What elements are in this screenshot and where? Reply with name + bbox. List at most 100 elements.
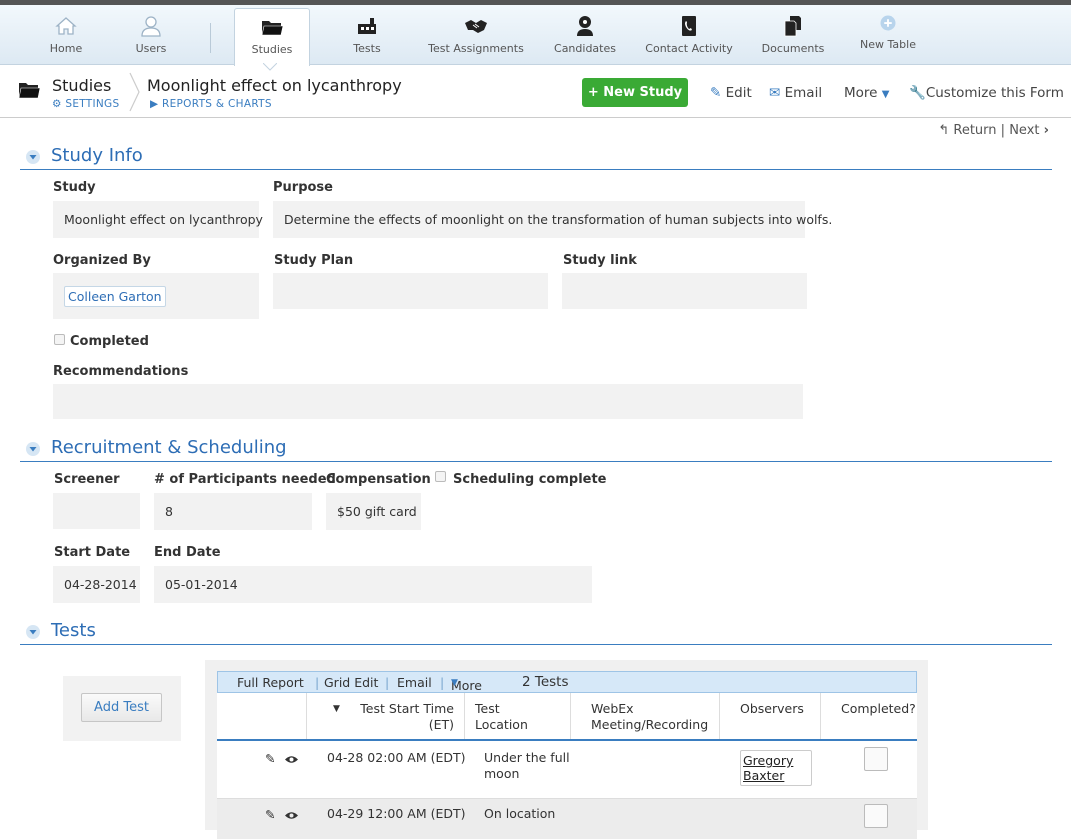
pencil-icon[interactable]: ✎ xyxy=(265,751,275,767)
purpose-field: Determine the effects of moonlight on th… xyxy=(273,201,832,238)
section-title[interactable]: Studies xyxy=(52,76,111,95)
nav-candidates-label: Candidates xyxy=(554,42,616,55)
settings-link[interactable]: ⚙ SETTINGS xyxy=(52,98,119,110)
record-title: Moonlight effect on lycanthropy xyxy=(147,76,402,95)
next-link[interactable]: Next xyxy=(1009,123,1039,138)
header-start-time[interactable]: ▼ Test Start Time (ET) xyxy=(307,693,465,739)
reports-label: REPORTS & CHARTS xyxy=(162,98,272,110)
grid-edit-link[interactable]: Grid Edit xyxy=(324,675,378,690)
nav-candidates[interactable]: Candidates xyxy=(552,5,618,65)
organized-by-user-link[interactable]: Colleen Garton xyxy=(64,285,166,307)
header-completed-label: Completed? xyxy=(841,701,916,716)
recommendations-field xyxy=(53,384,803,419)
folder-icon xyxy=(18,83,41,99)
gear-icon: ⚙ xyxy=(52,98,66,110)
header-observers[interactable]: Observers xyxy=(720,693,821,739)
completed-checkbox[interactable] xyxy=(54,334,65,345)
end-date-field: 05-01-2014 xyxy=(154,566,592,603)
organized-by-label: Organized By xyxy=(53,253,151,268)
completed-checkbox[interactable] xyxy=(864,747,888,771)
folder-icon xyxy=(261,21,284,36)
header-webex[interactable]: WebEx Meeting/Recording xyxy=(571,693,720,739)
reports-charts-link[interactable]: ▶ REPORTS & CHARTS xyxy=(150,98,272,110)
collapse-toggle-icon[interactable] xyxy=(26,625,40,639)
breadcrumb-chevron-icon xyxy=(129,72,140,112)
record-header: Studies ⚙ SETTINGS Moonlight effect on l… xyxy=(0,66,1071,118)
grid-toolbar: Full Report | Grid Edit | Email | More ▼… xyxy=(217,671,917,693)
return-next-separator: | xyxy=(1000,123,1006,138)
collapse-toggle-icon[interactable] xyxy=(26,150,40,164)
nav-studies[interactable]: Studies xyxy=(234,8,310,66)
plus-circle-icon xyxy=(880,15,896,31)
header-location-line1: Test xyxy=(475,701,500,716)
caret-right-icon: ▶ xyxy=(150,98,163,110)
nav-documents-label: Documents xyxy=(761,42,825,55)
study-plan-label: Study Plan xyxy=(274,253,354,268)
study-link-field xyxy=(562,273,807,309)
chevron-down-icon: ▼ xyxy=(451,678,458,688)
collapse-toggle-icon[interactable] xyxy=(26,442,40,456)
more-menu[interactable]: More ▼ xyxy=(844,85,889,101)
toolbar-separator: | xyxy=(440,675,445,690)
recruitment-section-header[interactable]: Recruitment & Scheduling xyxy=(20,436,1052,462)
nav-users-label: Users xyxy=(135,42,167,55)
tests-icon xyxy=(358,18,376,34)
row-location-line1: Under the full xyxy=(484,750,570,765)
header-webex-line2: Meeting/Recording xyxy=(591,717,709,732)
eye-icon[interactable] xyxy=(285,811,298,820)
study-field: Moonlight effect on lycanthropy xyxy=(53,201,263,238)
nav-documents[interactable]: Documents xyxy=(760,5,826,65)
tests-section-header[interactable]: Tests xyxy=(20,619,1052,645)
home-icon xyxy=(55,17,77,35)
completed-checkbox[interactable] xyxy=(864,804,888,828)
settings-label: SETTINGS xyxy=(65,98,120,110)
table-row: ✎ 04-29 12:00 AM (EDT) On location xyxy=(217,799,917,839)
header-webex-line1: WebEx xyxy=(591,701,634,716)
nav-studies-label: Studies xyxy=(251,43,293,56)
grid-header-row: ▼ Test Start Time (ET) Test Location Web… xyxy=(217,693,917,741)
edit-button[interactable]: ✎ Edit xyxy=(710,85,752,101)
new-study-button[interactable]: + New Study xyxy=(582,78,688,107)
nav-new-table[interactable]: New Table xyxy=(855,5,921,65)
header-location[interactable]: Test Location xyxy=(465,693,571,739)
nav-users[interactable]: Users xyxy=(121,5,181,65)
return-arrow-icon: ↰ xyxy=(938,123,950,138)
tests-title: Tests xyxy=(51,620,96,641)
compensation-field: $50 gift card xyxy=(326,493,421,530)
nav-contact-activity[interactable]: Contact Activity xyxy=(643,5,735,65)
pencil-icon: ✎ xyxy=(710,85,722,101)
screener-field xyxy=(53,493,140,529)
nav-separator xyxy=(210,23,211,53)
full-report-link[interactable]: Full Report xyxy=(237,675,304,690)
email-button[interactable]: ✉ Email xyxy=(769,85,822,101)
start-date-label: Start Date xyxy=(54,545,131,560)
participants-field: 8 xyxy=(154,493,312,530)
header-completed[interactable]: Completed? xyxy=(821,693,917,739)
toolbar-separator: | xyxy=(385,675,390,690)
study-info-section-header[interactable]: Study Info xyxy=(20,144,1052,170)
header-start-time-line1: Test Start Time xyxy=(360,701,454,716)
scheduling-complete-checkbox[interactable] xyxy=(435,471,446,482)
return-link[interactable]: Return xyxy=(953,123,996,138)
nav-home[interactable]: Home xyxy=(36,5,96,65)
pencil-icon[interactable]: ✎ xyxy=(265,807,275,823)
nav-test-assignments-label: Test Assignments xyxy=(428,42,524,55)
return-next-nav: ↰ Return | Next › xyxy=(938,123,1049,138)
candidate-icon xyxy=(577,16,593,36)
nav-tests[interactable]: Tests xyxy=(335,5,399,65)
completed-label: Completed xyxy=(70,334,149,349)
observer-last-name: Baxter xyxy=(743,768,785,783)
observer-link[interactable]: Gregory Baxter xyxy=(740,750,812,786)
study-link-label: Study link xyxy=(563,253,637,268)
eye-icon[interactable] xyxy=(285,755,298,764)
grid-email-link[interactable]: Email xyxy=(397,675,432,690)
edit-label: Edit xyxy=(725,85,752,101)
screener-label: Screener xyxy=(54,472,120,487)
nav-test-assignments[interactable]: Test Assignments xyxy=(426,5,526,65)
customize-form-button[interactable]: 🔧Customize this Form xyxy=(909,85,1064,101)
recommendations-label: Recommendations xyxy=(53,364,189,379)
documents-icon xyxy=(784,16,801,37)
customize-label: Customize this Form xyxy=(925,85,1064,101)
scheduling-complete-label: Scheduling complete xyxy=(453,472,607,487)
add-test-button[interactable]: Add Test xyxy=(81,693,162,722)
